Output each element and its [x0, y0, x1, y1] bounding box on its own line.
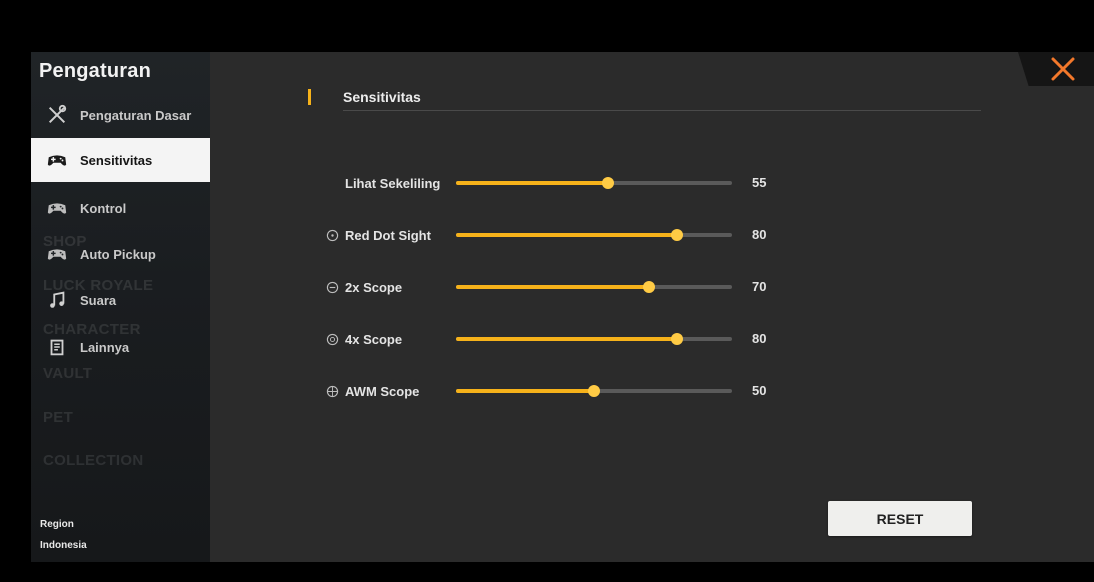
awm-scope-icon: [326, 385, 339, 397]
slider-value: 80: [752, 227, 767, 242]
sidebar-item-pengaturan-dasar[interactable]: Pengaturan Dasar: [31, 93, 210, 137]
settings-sidebar: SHOP LUCK ROYALE CHARACTER VAULT PET COL…: [31, 52, 210, 562]
slider-track[interactable]: [456, 385, 732, 397]
slider-label: Lihat Sekeliling: [345, 175, 441, 191]
close-button[interactable]: [1046, 56, 1080, 82]
region-info: Region Indonesia: [40, 514, 87, 556]
background-menu-item: PET: [43, 409, 74, 426]
slider-track[interactable]: [456, 177, 732, 189]
tools-icon: [45, 104, 69, 126]
slider-fill: [456, 285, 650, 289]
slider-thumb[interactable]: [670, 229, 683, 241]
slider-row-2x-scope: 2x Scope 70: [0, 275, 1094, 299]
section-accent-bar: [308, 89, 311, 105]
slider-track[interactable]: [456, 333, 732, 345]
slider-track[interactable]: [456, 229, 732, 241]
scope-2x-icon: [326, 281, 339, 293]
slider-fill: [456, 233, 677, 237]
slider-fill: [456, 337, 677, 341]
slider-label: 2x Scope: [345, 279, 403, 295]
reset-button[interactable]: RESET: [828, 501, 972, 536]
slider-thumb[interactable]: [588, 385, 600, 397]
region-value: Indonesia: [40, 540, 87, 551]
slider-thumb[interactable]: [670, 333, 683, 345]
slider-value: 70: [752, 279, 767, 294]
sidebar-item-label: Auto Pickup: [80, 246, 156, 262]
sidebar-title: Pengaturan: [38, 60, 152, 82]
section-divider: [343, 110, 981, 111]
close-icon: [1051, 57, 1075, 81]
slider-fill: [456, 181, 608, 185]
section-title: Sensitivitas: [343, 89, 421, 105]
gamepad-icon: [45, 197, 69, 219]
slider-label: Red Dot Sight: [345, 227, 431, 243]
sidebar-item-label: Sensitivitas: [80, 152, 153, 168]
scope-4x-icon: [326, 333, 339, 345]
slider-fill: [456, 389, 594, 393]
region-label: Region: [40, 519, 74, 530]
slider-thumb[interactable]: [643, 281, 656, 293]
slider-row-red-dot-sight: Red Dot Sight 80: [0, 223, 1094, 247]
slider-value: 50: [752, 383, 767, 398]
gamepad-icon: [45, 149, 69, 171]
slider-value: 55: [752, 175, 767, 190]
red-dot-icon: [326, 229, 339, 241]
slider-row-4x-scope: 4x Scope 80: [0, 327, 1094, 351]
slider-label: 4x Scope: [345, 331, 403, 347]
slider-row-awm-scope: AWM Scope 50: [0, 379, 1094, 403]
slider-row-lihat-sekeliling: Lihat Sekeliling 55: [0, 171, 1094, 195]
background-menu-item: COLLECTION: [43, 452, 144, 469]
slider-value: 80: [752, 331, 767, 346]
sidebar-item-label: Pengaturan Dasar: [80, 107, 192, 123]
slider-thumb[interactable]: [601, 177, 614, 189]
slider-label: AWM Scope: [345, 383, 420, 399]
settings-panel: [210, 52, 1094, 562]
sidebar-item-label: Kontrol: [80, 200, 127, 216]
slider-track[interactable]: [456, 281, 732, 293]
